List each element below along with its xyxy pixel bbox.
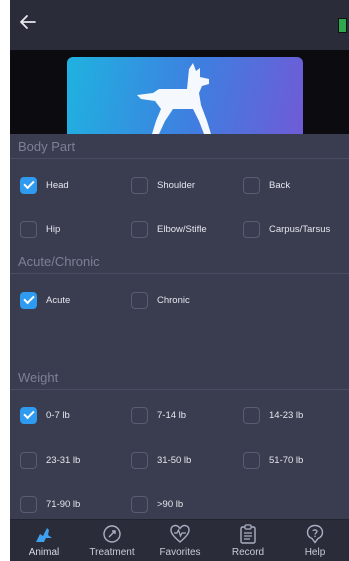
heart-icon bbox=[170, 524, 190, 543]
checkbox-label: 23-31 lb bbox=[46, 454, 81, 466]
app-badge-icon[interactable] bbox=[338, 18, 347, 33]
checkbox-label: Acute bbox=[46, 294, 71, 306]
checkbox-weight-71-90[interactable]: 71-90 lb bbox=[20, 493, 80, 515]
checkbox-box[interactable] bbox=[131, 220, 148, 238]
nav-record[interactable]: Record bbox=[214, 524, 282, 558]
checkbox-label: Chronic bbox=[157, 294, 190, 306]
arrow-left-icon[interactable] bbox=[18, 12, 42, 36]
nav-label: Favorites bbox=[159, 547, 201, 558]
checkbox-weight-0-7[interactable]: 0-7 lb bbox=[20, 404, 70, 426]
nav-label: Animal bbox=[28, 547, 60, 558]
top-bar bbox=[10, 0, 349, 50]
hero-banner bbox=[10, 50, 349, 134]
checkbox-hip[interactable]: Hip bbox=[20, 218, 60, 240]
section-title-acute-chronic: Acute/Chronic bbox=[18, 254, 100, 269]
checkbox-label: 51-70 lb bbox=[269, 454, 304, 466]
checkbox-weight-14-23[interactable]: 14-23 lb bbox=[243, 404, 303, 426]
checkbox-label: 7-14 lb bbox=[157, 409, 187, 421]
divider bbox=[10, 273, 349, 274]
checkbox-label: 14-23 lb bbox=[269, 409, 304, 421]
nav-label: Help bbox=[304, 547, 326, 558]
treatment-icon bbox=[103, 525, 121, 543]
help-icon bbox=[306, 524, 324, 544]
checkbox-back[interactable]: Back bbox=[243, 174, 290, 196]
checkbox-label: 31-50 lb bbox=[157, 454, 192, 466]
checkbox-box[interactable] bbox=[243, 406, 260, 424]
checkbox-box[interactable] bbox=[20, 291, 37, 309]
section-title-body-part: Body Part bbox=[18, 139, 76, 154]
nav-treatment[interactable]: Treatment bbox=[78, 524, 146, 558]
clipboard-icon bbox=[240, 524, 256, 544]
checkbox-weight-31-50[interactable]: 31-50 lb bbox=[131, 449, 191, 471]
checkbox-shoulder[interactable]: Shoulder bbox=[131, 174, 195, 196]
nav-favorites[interactable]: Favorites bbox=[146, 524, 214, 558]
section-title-weight: Weight bbox=[18, 370, 59, 385]
checkbox-label: >90 lb bbox=[157, 498, 184, 510]
checkbox-box[interactable] bbox=[20, 406, 37, 424]
checkbox-box[interactable] bbox=[20, 451, 37, 469]
checkbox-box[interactable] bbox=[20, 495, 37, 513]
nav-animal[interactable]: Animal bbox=[10, 524, 78, 558]
checkbox-box[interactable] bbox=[131, 495, 148, 513]
checkbox-label: Back bbox=[269, 179, 291, 191]
divider bbox=[10, 158, 349, 159]
checkbox-label: Shoulder bbox=[157, 179, 196, 191]
bottom-nav: Animal Treatment Favorites Record Help bbox=[10, 519, 349, 561]
checkbox-box[interactable] bbox=[20, 220, 37, 238]
hero-card bbox=[67, 57, 303, 134]
checkbox-acute[interactable]: Acute bbox=[20, 289, 70, 311]
checkbox-head[interactable]: Head bbox=[20, 174, 69, 196]
nav-help[interactable]: Help bbox=[281, 524, 349, 558]
checkbox-box[interactable] bbox=[243, 220, 260, 238]
checkbox-weight-over-90[interactable]: >90 lb bbox=[131, 493, 183, 515]
checkbox-weight-23-31[interactable]: 23-31 lb bbox=[20, 449, 80, 471]
checkbox-label: Elbow/Stifle bbox=[157, 223, 207, 235]
checkbox-elbow-stifle[interactable]: Elbow/Stifle bbox=[131, 218, 207, 240]
dog-icon bbox=[137, 63, 211, 134]
checkbox-weight-7-14[interactable]: 7-14 lb bbox=[131, 404, 186, 426]
checkbox-weight-51-70[interactable]: 51-70 lb bbox=[243, 449, 303, 471]
checkbox-box[interactable] bbox=[131, 291, 148, 309]
checkbox-box[interactable] bbox=[243, 451, 260, 469]
nav-label: Record bbox=[231, 547, 265, 558]
checkbox-label: 0-7 lb bbox=[46, 409, 70, 421]
checkbox-label: Head bbox=[46, 179, 69, 191]
checkbox-box[interactable] bbox=[131, 406, 148, 424]
divider bbox=[10, 389, 349, 390]
checkbox-box[interactable] bbox=[243, 176, 260, 194]
app-screen: Body Part Head Shoulder Back Hip Elbow/S… bbox=[10, 0, 349, 561]
nav-label: Treatment bbox=[89, 547, 135, 558]
checkbox-box[interactable] bbox=[20, 176, 37, 194]
checkbox-label: 71-90 lb bbox=[46, 498, 81, 510]
checkbox-label: Carpus/Tarsus bbox=[269, 223, 331, 235]
checkbox-carpus-tarsus[interactable]: Carpus/Tarsus bbox=[243, 218, 330, 240]
checkbox-label: Hip bbox=[46, 223, 61, 235]
animal-icon bbox=[36, 528, 52, 542]
checkbox-box[interactable] bbox=[131, 451, 148, 469]
checkbox-chronic[interactable]: Chronic bbox=[131, 289, 190, 311]
checkbox-box[interactable] bbox=[131, 176, 148, 194]
